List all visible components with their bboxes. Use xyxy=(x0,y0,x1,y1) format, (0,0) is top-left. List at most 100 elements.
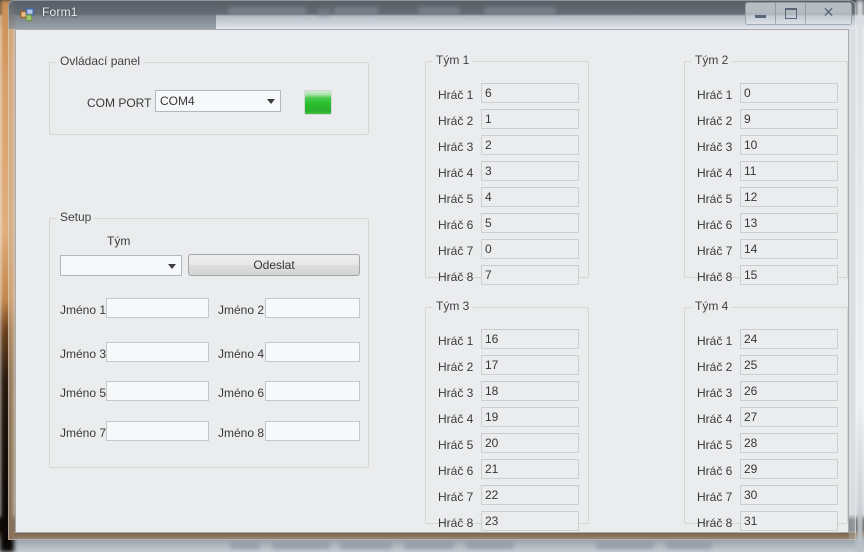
application-window: Form1 ✕ Ovládací panel COM PORT COM4 Set… xyxy=(8,0,856,540)
chevron-down-icon xyxy=(168,263,176,269)
name-input-7[interactable] xyxy=(106,421,209,441)
name-input-6[interactable] xyxy=(265,381,360,401)
player-input-3-4[interactable]: 19 xyxy=(481,407,579,427)
player-label-1-6: Hráč 6 xyxy=(438,218,474,232)
player-label-1-3: Hráč 3 xyxy=(438,140,474,154)
player-input-3-6[interactable]: 21 xyxy=(481,459,579,479)
taskbar-item xyxy=(272,541,330,549)
player-input-3-8[interactable]: 23 xyxy=(481,511,579,531)
name-label-1: Jméno 1 xyxy=(60,303,107,317)
name-label-4: Jméno 4 xyxy=(218,347,265,361)
form-app-icon xyxy=(20,7,35,22)
control-panel-groupbox: Ovládací panel COM PORT COM4 xyxy=(49,55,369,135)
player-input-2-4[interactable]: 11 xyxy=(740,161,838,181)
window-border-bottom xyxy=(8,533,856,540)
player-input-2-8[interactable]: 15 xyxy=(740,265,838,285)
player-label-3-2: Hráč 2 xyxy=(438,360,474,374)
player-label-4-7: Hráč 7 xyxy=(697,490,733,504)
com-port-select[interactable]: COM4 xyxy=(155,90,281,112)
player-input-2-2[interactable]: 9 xyxy=(740,109,838,129)
player-input-2-5[interactable]: 12 xyxy=(740,187,838,207)
team-label: Tým xyxy=(107,234,131,248)
player-label-1-4: Hráč 4 xyxy=(438,166,474,180)
player-label-2-6: Hráč 6 xyxy=(697,218,733,232)
close-button[interactable]: ✕ xyxy=(806,2,852,25)
player-label-3-6: Hráč 6 xyxy=(438,464,474,478)
player-input-1-5[interactable]: 4 xyxy=(481,187,579,207)
player-label-3-4: Hráč 4 xyxy=(438,412,474,426)
player-label-4-6: Hráč 6 xyxy=(697,464,733,478)
name-input-5[interactable] xyxy=(106,381,209,401)
player-input-3-2[interactable]: 17 xyxy=(481,355,579,375)
player-input-4-8[interactable]: 31 xyxy=(740,511,838,531)
player-label-2-5: Hráč 5 xyxy=(697,192,733,206)
name-label-8: Jméno 8 xyxy=(218,426,265,440)
window-title: Form1 xyxy=(42,5,78,19)
taskbar-item xyxy=(466,541,514,549)
player-input-4-4[interactable]: 27 xyxy=(740,407,838,427)
name-input-4[interactable] xyxy=(265,342,360,362)
player-input-1-4[interactable]: 3 xyxy=(481,161,579,181)
close-icon: ✕ xyxy=(822,5,835,21)
player-label-1-7: Hráč 7 xyxy=(438,244,474,258)
window-border-left xyxy=(8,29,15,540)
name-label-7: Jméno 7 xyxy=(60,426,107,440)
player-label-3-3: Hráč 3 xyxy=(438,386,474,400)
player-input-4-2[interactable]: 25 xyxy=(740,355,838,375)
player-input-3-5[interactable]: 20 xyxy=(481,433,579,453)
com-port-value: COM4 xyxy=(160,94,195,108)
player-input-1-6[interactable]: 5 xyxy=(481,213,579,233)
player-input-1-7[interactable]: 0 xyxy=(481,239,579,259)
player-label-2-4: Hráč 4 xyxy=(697,166,733,180)
player-input-4-3[interactable]: 26 xyxy=(740,381,838,401)
player-label-1-1: Hráč 1 xyxy=(438,88,474,102)
player-label-1-8: Hráč 8 xyxy=(438,270,474,284)
form-client-area: Ovládací panel COM PORT COM4 Setup Tým O… xyxy=(15,29,849,533)
player-input-4-5[interactable]: 28 xyxy=(740,433,838,453)
team-groupbox-4: Tým 4 Hráč 1 24 Hráč 2 25 Hráč 3 26 Hráč… xyxy=(684,300,848,531)
player-input-2-1[interactable]: 0 xyxy=(740,83,838,103)
team-groupbox-2: Tým 2 Hráč 1 0 Hráč 2 9 Hráč 3 10 Hráč 4… xyxy=(684,54,848,285)
player-label-4-8: Hráč 8 xyxy=(697,516,733,530)
setup-groupbox: Setup Tým Odeslat Jméno 1 Jméno 2 Jméno … xyxy=(49,211,369,468)
player-label-3-7: Hráč 7 xyxy=(438,490,474,504)
name-label-6: Jméno 6 xyxy=(218,386,265,400)
player-input-2-3[interactable]: 10 xyxy=(740,135,838,155)
player-input-4-7[interactable]: 30 xyxy=(740,485,838,505)
player-input-4-6[interactable]: 29 xyxy=(740,459,838,479)
player-input-2-7[interactable]: 14 xyxy=(740,239,838,259)
connection-status-led[interactable] xyxy=(304,90,332,115)
player-input-1-3[interactable]: 2 xyxy=(481,135,579,155)
player-input-1-8[interactable]: 7 xyxy=(481,265,579,285)
player-label-4-4: Hráč 4 xyxy=(697,412,733,426)
name-label-2: Jméno 2 xyxy=(218,303,265,317)
taskbar-item xyxy=(230,541,260,549)
name-input-3[interactable] xyxy=(106,342,209,362)
player-input-3-1[interactable]: 16 xyxy=(481,329,579,349)
player-label-1-2: Hráč 2 xyxy=(438,114,474,128)
title-bar[interactable]: Form1 ✕ xyxy=(8,0,856,29)
name-input-2[interactable] xyxy=(265,298,360,318)
team-groupbox-3: Tým 3 Hráč 1 16 Hráč 2 17 Hráč 3 18 Hráč… xyxy=(425,300,589,531)
team-select[interactable] xyxy=(60,255,182,276)
player-input-2-6[interactable]: 13 xyxy=(740,213,838,233)
player-label-2-3: Hráč 3 xyxy=(697,140,733,154)
chevron-down-icon xyxy=(267,99,275,104)
window-border-right xyxy=(849,29,856,540)
title-bar-left-plate xyxy=(8,0,216,29)
team-title-4: Tým 4 xyxy=(691,300,733,313)
player-label-3-5: Hráč 5 xyxy=(438,438,474,452)
player-input-4-1[interactable]: 24 xyxy=(740,329,838,349)
maximize-button[interactable] xyxy=(776,2,806,25)
player-input-3-7[interactable]: 22 xyxy=(481,485,579,505)
player-input-1-2[interactable]: 1 xyxy=(481,109,579,129)
player-input-1-1[interactable]: 6 xyxy=(481,83,579,103)
minimize-button[interactable] xyxy=(745,2,776,25)
maximize-icon xyxy=(784,8,797,19)
player-label-2-1: Hráč 1 xyxy=(697,88,733,102)
name-input-1[interactable] xyxy=(106,298,209,318)
send-button[interactable]: Odeslat xyxy=(188,254,360,276)
player-input-3-3[interactable]: 18 xyxy=(481,381,579,401)
team-title-1: Tým 1 xyxy=(432,54,474,67)
name-input-8[interactable] xyxy=(265,421,360,441)
